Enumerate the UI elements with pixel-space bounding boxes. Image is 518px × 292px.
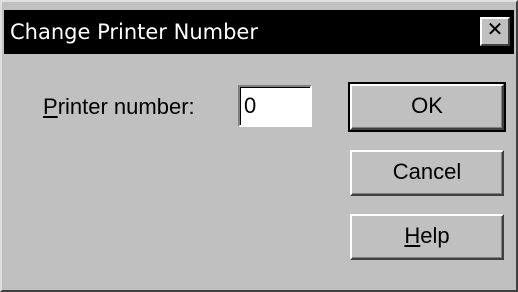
printer-number-label: Printer number: [43, 93, 195, 121]
window-title: Change Printer Number [10, 20, 258, 44]
help-button-mnemonic: H [404, 223, 421, 248]
cancel-button-label: Cancel [392, 159, 462, 184]
help-button-label-rest: elp [420, 223, 450, 248]
printer-number-input[interactable]: 0 [238, 85, 312, 127]
close-icon[interactable]: ✕ [480, 17, 510, 46]
change-printer-number-dialog: Change Printer Number ✕ Printer number: … [0, 0, 518, 292]
printer-number-label-rest: rinter number: [57, 94, 195, 119]
cancel-button[interactable]: Cancel [350, 150, 504, 196]
close-glyph: ✕ [486, 19, 504, 41]
printer-number-label-mnemonic: P [43, 94, 58, 119]
ok-button-label: OK [411, 93, 443, 118]
help-button[interactable]: Help [350, 214, 504, 260]
title-bar[interactable]: Change Printer Number ✕ [4, 10, 514, 54]
printer-number-value: 0 [244, 93, 257, 118]
ok-button[interactable]: OK [348, 82, 506, 132]
